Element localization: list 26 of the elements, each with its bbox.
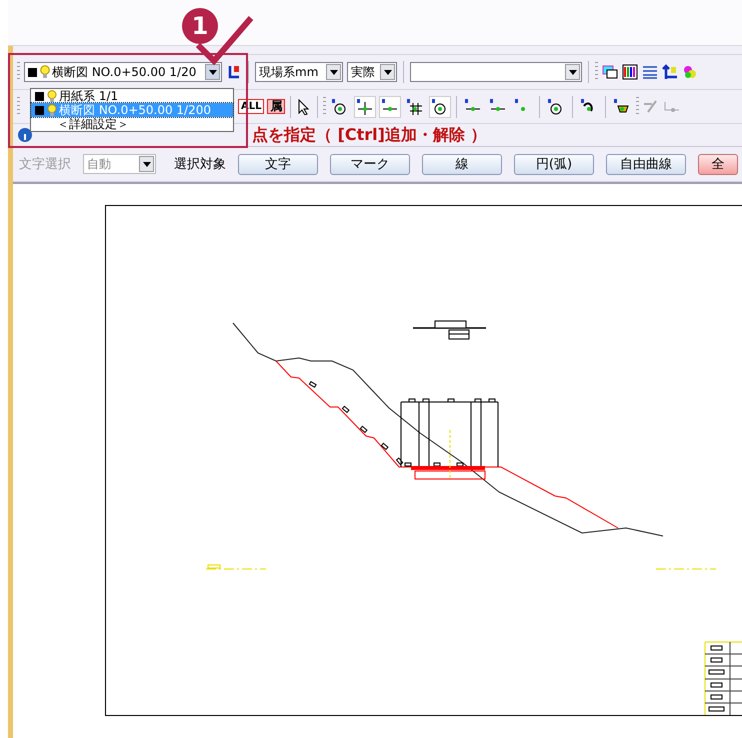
select-target-label: 選択対象 bbox=[174, 156, 226, 173]
color-bars-icon[interactable] bbox=[622, 64, 638, 80]
text-select-label: 文字選択 bbox=[19, 156, 71, 173]
scale-dropdown[interactable]: 実際 bbox=[347, 62, 397, 82]
layer-option-label: 横断図 NO.0+50.00 1/200 bbox=[59, 102, 212, 118]
layer-option-label: 用紙系 1/1 bbox=[59, 88, 118, 104]
snap-point-icon[interactable] bbox=[379, 96, 402, 118]
layer-option[interactable]: ＜詳細設定＞ bbox=[31, 117, 233, 131]
snap-point-icon[interactable] bbox=[429, 96, 452, 118]
window-icon[interactable] bbox=[602, 64, 618, 80]
lightbulb-icon bbox=[47, 104, 57, 116]
coordinate-dropdown[interactable]: 現場系mm bbox=[255, 62, 343, 82]
lines-icon[interactable] bbox=[642, 64, 658, 80]
arrows-icon[interactable] bbox=[662, 64, 678, 80]
layer-option-label: ＜詳細設定＞ bbox=[57, 116, 129, 132]
status-message: 点を指定（ [Ctrl]追加・解除 ） bbox=[252, 124, 487, 146]
layer-option[interactable]: 用紙系 1/1 bbox=[31, 89, 233, 103]
empty-dropdown[interactable] bbox=[410, 62, 582, 82]
lightbulb-icon bbox=[47, 90, 57, 102]
layer-dropdown[interactable]: 横断図 NO.0+50.00 1/20 bbox=[24, 62, 222, 82]
checkmark-icon bbox=[195, 15, 255, 67]
snap-point-icon[interactable] bbox=[354, 96, 376, 118]
layer-value: 横断図 NO.0+50.00 1/20 bbox=[52, 64, 198, 80]
attribute-tool[interactable]: 属 bbox=[267, 99, 286, 114]
layer-arrows-icon[interactable] bbox=[226, 64, 242, 80]
lightbulb-icon bbox=[40, 65, 50, 79]
